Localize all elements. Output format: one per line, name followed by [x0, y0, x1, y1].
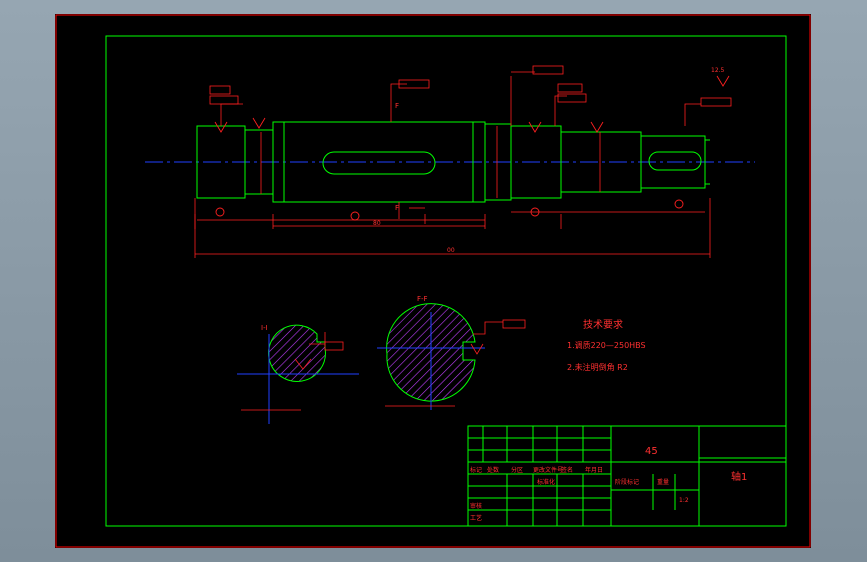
tech-req-item-1: 1.调质220—250HBS [567, 340, 646, 350]
tech-requirements: 技术要求 1.调质220—250HBS 2.未注明倒角 R2 [567, 318, 646, 372]
section-label-right: F-F [417, 295, 428, 303]
tb-count-label: 处数 [487, 466, 499, 474]
tb-standardization-label: 标准化 [537, 478, 555, 486]
tb-scale: 1:2 [679, 497, 689, 504]
tb-weight-label: 重量 [657, 478, 669, 486]
tb-signature-label: 签名 [561, 466, 573, 474]
shaft-main-view: F F 12.5 80 00 [145, 65, 755, 258]
tb-change-doc-label: 更改文件号 [533, 466, 563, 474]
tech-req-item-2: 2.未注明倒角 R2 [567, 362, 628, 372]
cut-mark-top: F [395, 102, 399, 110]
outer-border [55, 14, 811, 548]
tb-review-label: 审核 [470, 502, 482, 510]
tb-process-label: 工艺 [470, 514, 482, 522]
cut-mark-bottom: F [395, 204, 399, 212]
drawing-viewport[interactable]: F F 12.5 80 00 I-I F-F 技术要求 1.调质220—250H… [55, 14, 811, 548]
tb-mark-label: 标记 [470, 466, 482, 474]
cad-drawing: F F 12.5 80 00 I-I F-F 技术要求 1.调质220—250H… [55, 14, 811, 548]
title-block: 标记 处数 分区 更改文件号 签名 年月日 标准化 阶段标记 重量 审核 工艺 … [467, 425, 787, 527]
dim-overall-length: 00 [447, 247, 455, 254]
tb-date-label: 年月日 [585, 466, 603, 474]
tech-req-title: 技术要求 [583, 318, 623, 331]
tb-material: 45 [645, 446, 658, 457]
section-label-left: I-I [261, 324, 268, 332]
section-f-f: F-F [377, 295, 526, 410]
tb-stage-mark-label: 阶段标记 [615, 478, 639, 486]
drawing-frame [105, 35, 787, 527]
dim-mid-length: 80 [373, 220, 381, 227]
tb-part-name: 轴1 [731, 470, 747, 483]
tb-zone-label: 分区 [511, 466, 523, 474]
section-i-i: I-I [237, 324, 359, 424]
roughness-label: 12.5 [711, 67, 725, 74]
